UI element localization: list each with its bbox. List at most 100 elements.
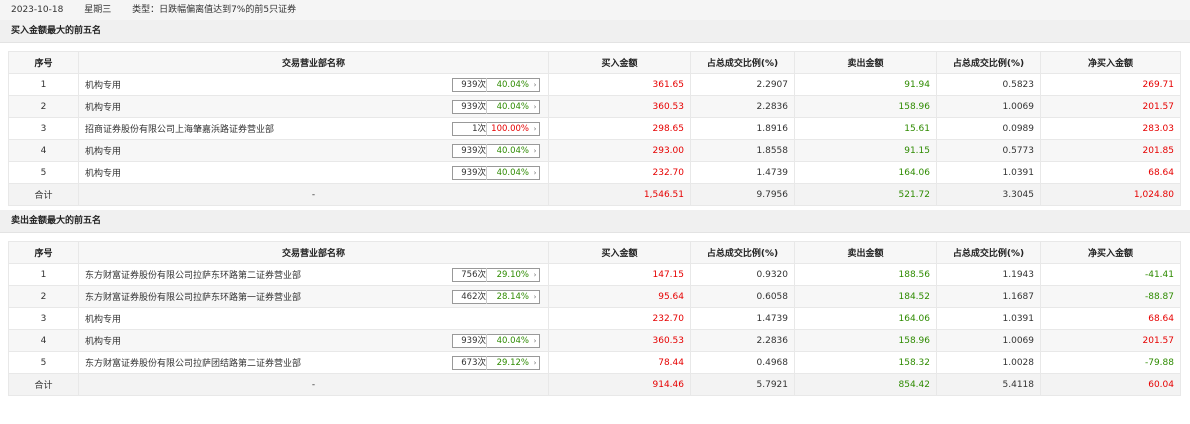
trade-count-badge[interactable]: 462次 28.14% › [452,289,540,304]
sell-ratio: 1.1687 [936,285,1041,308]
department-cell: 机构专用 939次 40.04% › [78,73,549,96]
buy-amount: 95.64 [548,285,691,308]
trade-count: 939次 [453,77,487,92]
table-row: 2 东方财富证券股份有限公司拉萨东环路第一证券营业部 462次 28.14% › 95.6… [8,285,1181,308]
sell-amount: 158.32 [794,351,937,374]
department-name[interactable]: 机构专用 [85,312,121,325]
buy-amount: 293.00 [548,139,691,162]
win-rate: 40.04% [496,145,529,156]
sell-ratio: 1.0391 [936,161,1041,184]
total-sell: 854.42 [794,373,937,396]
trade-count-badge[interactable]: 939次 40.04% › [452,333,540,348]
row-index: 1 [8,263,79,286]
trade-count-badge[interactable]: 673次 29.12% › [452,355,540,370]
buy-amount: 78.44 [548,351,691,374]
sell-amount: 15.61 [794,117,937,140]
win-rate: 40.04% [496,167,529,178]
column-header: 买入金额 [548,241,691,264]
column-header: 买入金额 [548,51,691,74]
chevron-right-icon: › [533,358,537,367]
column-header: 交易营业部名称 [78,241,549,264]
win-rate: 40.04% [496,335,529,346]
department-name[interactable]: 机构专用 [85,144,121,157]
column-header: 序号 [8,241,79,264]
table-row: 5 机构专用 939次 40.04% › 232.70 1.4739 164.06 1.0391… [8,161,1181,184]
sell-amount: 184.52 [794,285,937,308]
department-name[interactable]: 东方财富证券股份有限公司拉萨东环路第二证券营业部 [85,268,301,281]
net-amount: 68.64 [1040,307,1181,330]
department-cell: 机构专用 [78,307,549,330]
trade-count: 939次 [453,165,487,180]
sell-ratio: 1.0069 [936,329,1041,352]
chevron-right-icon: › [533,292,537,301]
buy-ratio: 1.4739 [690,161,795,184]
department-cell: 招商证券股份有限公司上海肇嘉浜路证券营业部 1次 100.00% › [78,117,549,140]
total-row: 合计 -1,546.51 9.7956 521.72 3.3045 1,024.80 [8,183,1181,206]
type-label: 类型：日跌幅偏离值达到7%的前5只证券 [132,5,297,15]
sell-section: 序号 交易营业部名称 买入金额 占总成交比例(%) 卖出金额 占总成交比例(%) 净买入金额… [0,233,1190,400]
department-cell: 机构专用 939次 40.04% › [78,161,549,184]
buy-table: 序号 交易营业部名称 买入金额 占总成交比例(%) 卖出金额 占总成交比例(%) 净买入金额… [8,51,1181,206]
sell-amount: 158.96 [794,95,937,118]
table-row: 3 招商证券股份有限公司上海肇嘉浜路证券营业部 1次 100.00% › 298.65 1.… [8,117,1181,140]
net-amount: -41.41 [1040,263,1181,286]
buy-ratio: 0.9320 [690,263,795,286]
column-header: 净买入金额 [1040,51,1181,74]
column-header: 占总成交比例(%) [690,51,795,74]
trade-count: 939次 [453,99,487,114]
department: 机构专用 939次 40.04% › [85,165,542,180]
sell-ratio: 0.0989 [936,117,1041,140]
buy-section: 序号 交易营业部名称 买入金额 占总成交比例(%) 卖出金额 占总成交比例(%) 净买入金额… [0,43,1190,210]
row-index: 5 [8,161,79,184]
sell-ratio: 1.0069 [936,95,1041,118]
department-name[interactable]: 机构专用 [85,100,121,113]
department-name[interactable]: 招商证券股份有限公司上海肇嘉浜路证券营业部 [85,122,274,135]
trade-count-badge[interactable]: 939次 40.04% › [452,77,540,92]
buy-amount: 360.53 [548,329,691,352]
table-row: 3 机构专用 232.70 1.4739 164.06 1.0391 68.64 [8,307,1181,330]
department-name[interactable]: 机构专用 [85,166,121,179]
net-amount: -79.88 [1040,351,1181,374]
row-index: 2 [8,95,79,118]
total-label: 合计 [8,373,79,396]
department-cell: 机构专用 939次 40.04% › [78,329,549,352]
row-index: 3 [8,307,79,330]
win-rate: 29.12% [496,357,529,368]
buy-section-title: 买入金额最大的前五名 [0,20,1190,43]
trade-count-badge[interactable]: 939次 40.04% › [452,99,540,114]
department: 机构专用 939次 40.04% › [85,143,542,158]
buy-ratio: 2.2907 [690,73,795,96]
trade-count: 939次 [453,143,487,158]
buy-ratio: 1.8916 [690,117,795,140]
header-bar: 2023-10-18 星期三 类型：日跌幅偏离值达到7%的前5只证券 [0,0,1190,20]
total-buy-ratio: 5.7921 [690,373,795,396]
win-rate: 100.00% [491,123,529,134]
sell-ratio: 1.0391 [936,307,1041,330]
department: 机构专用 [85,312,542,325]
chevron-right-icon: › [533,168,537,177]
buy-ratio: 1.4739 [690,307,795,330]
department-name[interactable]: 东方财富证券股份有限公司拉萨东环路第一证券营业部 [85,290,301,303]
trade-count-badge[interactable]: 939次 40.04% › [452,165,540,180]
trade-count: 673次 [453,355,487,370]
column-header: 占总成交比例(%) [936,51,1041,74]
department: 机构专用 939次 40.04% › [85,99,542,114]
table-row: 1 东方财富证券股份有限公司拉萨东环路第二证券营业部 756次 29.10% › 147.… [8,263,1181,286]
chevron-right-icon: › [533,124,537,133]
buy-amount: 232.70 [548,161,691,184]
department-name[interactable]: 机构专用 [85,78,121,91]
net-amount: 68.64 [1040,161,1181,184]
buy-amount: 360.53 [548,95,691,118]
department-cell: 机构专用 939次 40.04% › [78,95,549,118]
trade-count-badge[interactable]: 756次 29.10% › [452,267,540,282]
chevron-right-icon: › [533,336,537,345]
trade-count-badge[interactable]: 1次 100.00% › [452,121,540,136]
trade-count-badge[interactable]: 939次 40.04% › [452,143,540,158]
department-name[interactable]: 机构专用 [85,334,121,347]
sell-amount: 164.06 [794,307,937,330]
sell-ratio: 0.5773 [936,139,1041,162]
department-name[interactable]: 东方财富证券股份有限公司拉萨团结路第二证券营业部 [85,356,301,369]
column-header: 卖出金额 [794,51,937,74]
chevron-right-icon: › [533,102,537,111]
sell-amount: 91.94 [794,73,937,96]
